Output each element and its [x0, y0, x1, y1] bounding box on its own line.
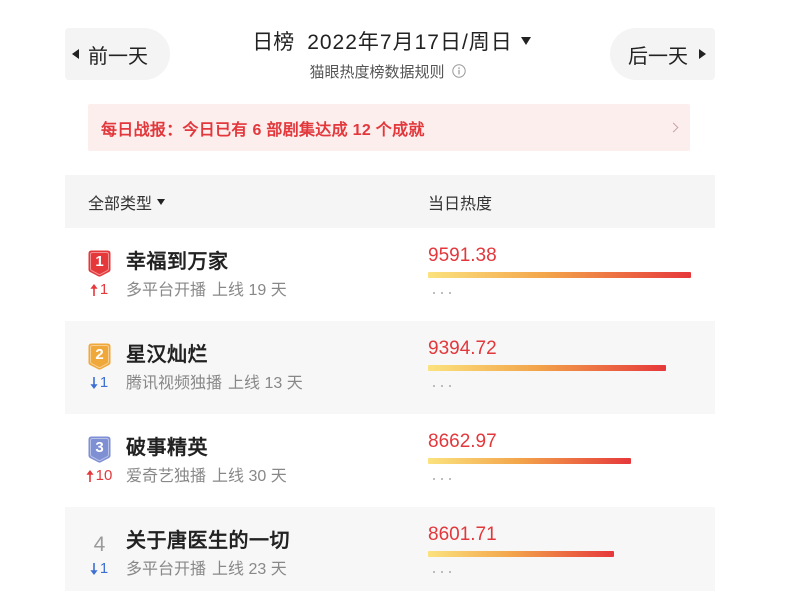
category-filter[interactable]: 全部类型 — [88, 175, 166, 228]
heat-column-header: 当日热度 — [428, 195, 493, 213]
category-filter-label: 全部类型 — [88, 195, 153, 213]
arrow-up-icon — [86, 470, 94, 482]
heat-bar — [428, 551, 614, 557]
ranking-row[interactable]: 4 1 关于唐医生的一切 多平台开播 上线 23 天 8601.71 — [65, 507, 715, 591]
ranking-row[interactable]: 3 10 破事精英 爱奇艺独播 上线 30 天 8662.97 — [65, 414, 715, 507]
drama-title: 幸福到万家 — [126, 251, 229, 273]
drama-platform: 腾讯视频独播 — [126, 375, 223, 392]
rank-change-value: 1 — [99, 560, 109, 577]
heat-bar — [428, 365, 666, 371]
drama-info: 腾讯视频独播 上线 13 天 — [126, 373, 303, 395]
drama-days-online: 上线 19 天 — [212, 282, 287, 299]
rank-number: 1 — [95, 253, 104, 270]
ranking-row[interactable]: 1 1 幸福到万家 多平台开播 上线 19 天 9591.38 — [65, 228, 715, 321]
ranking-table-header: 全部类型 当日热度 — [65, 175, 715, 228]
heat-bar — [428, 458, 631, 464]
drama-platform: 多平台开播 — [126, 282, 207, 299]
ranking-list: 1 1 幸福到万家 多平台开播 上线 19 天 9591.38 2 1 星汉灿烂… — [65, 228, 715, 591]
dot — [449, 478, 451, 480]
dot — [441, 571, 443, 573]
heat-bar — [428, 272, 691, 278]
daily-report-text: 每日战报：今日已有 6 部剧集达成 12 个成就 — [101, 121, 425, 139]
drama-info: 爱奇艺独播 上线 30 天 — [126, 466, 287, 488]
rules-row: 猫眼热度榜数据规则 — [0, 60, 775, 82]
dot — [441, 385, 443, 387]
drama-platform: 爱奇艺独播 — [126, 468, 207, 485]
heat-value: 8662.97 — [428, 431, 497, 452]
rules-link[interactable]: 猫眼热度榜数据规则 — [309, 61, 466, 82]
drama-days-online: 上线 23 天 — [212, 561, 287, 578]
dot — [433, 571, 435, 573]
drama-days-online: 上线 30 天 — [212, 468, 287, 485]
rank-badge: 1 — [88, 250, 111, 277]
board-type-label: 日榜 — [252, 31, 295, 54]
dot — [441, 292, 443, 294]
drama-platform: 多平台开播 — [126, 561, 207, 578]
rank-change-value: 10 — [95, 467, 113, 484]
rank-badge: 4 — [88, 529, 111, 556]
more-dots-icon — [433, 478, 457, 480]
dot — [449, 292, 451, 294]
drama-title: 破事精英 — [126, 437, 208, 459]
drama-info: 多平台开播 上线 19 天 — [126, 280, 287, 302]
dot — [449, 385, 451, 387]
chevron-right-icon — [668, 122, 679, 133]
heat-value: 9394.72 — [428, 338, 497, 359]
dot — [449, 571, 451, 573]
rank-badge: 3 — [88, 436, 111, 463]
rank-number: 3 — [95, 439, 104, 456]
rank-number: 2 — [95, 346, 104, 363]
more-dots-icon — [433, 571, 457, 573]
rules-link-label: 猫眼热度榜数据规则 — [309, 63, 445, 81]
ranking-row[interactable]: 2 1 星汉灿烂 腾讯视频独播 上线 13 天 9394.72 — [65, 321, 715, 414]
rank-change-value: 1 — [99, 374, 109, 391]
dot — [433, 478, 435, 480]
dot — [433, 292, 435, 294]
arrow-down-icon — [90, 377, 98, 389]
drama-days-online: 上线 13 天 — [228, 375, 303, 392]
dot — [433, 385, 435, 387]
info-circle-icon — [451, 64, 466, 78]
heat-value: 9591.38 — [428, 245, 497, 266]
drama-title: 星汉灿烂 — [126, 344, 208, 366]
date-selector[interactable]: 2022年7月17日/周日 — [307, 26, 531, 56]
daily-report-banner[interactable]: 每日战报：今日已有 6 部剧集达成 12 个成就 — [88, 104, 690, 151]
arrow-up-icon — [90, 284, 98, 296]
rank-badge: 2 — [88, 343, 111, 370]
caret-down-icon — [520, 37, 531, 45]
more-dots-icon — [433, 385, 457, 387]
board-header: 日榜 2022年7月17日/周日 — [0, 25, 783, 57]
arrow-down-icon — [90, 563, 98, 575]
heat-ranking-page: 前一天 后一天 日榜 2022年7月17日/周日 猫眼热度榜数据规则 每日战报：… — [0, 0, 793, 591]
rank-change: 1 — [74, 280, 124, 300]
caret-down-icon — [157, 198, 166, 205]
more-dots-icon — [433, 292, 457, 294]
rank-change: 1 — [74, 559, 124, 579]
heat-value: 8601.71 — [428, 524, 497, 545]
date-label: 2022年7月17日/周日 — [307, 31, 513, 54]
rank-change: 10 — [74, 466, 124, 486]
rank-number: 4 — [93, 533, 106, 556]
rank-change: 1 — [74, 373, 124, 393]
drama-info: 多平台开播 上线 23 天 — [126, 559, 287, 581]
rank-change-value: 1 — [99, 281, 109, 298]
drama-title: 关于唐医生的一切 — [126, 530, 290, 552]
dot — [441, 478, 443, 480]
